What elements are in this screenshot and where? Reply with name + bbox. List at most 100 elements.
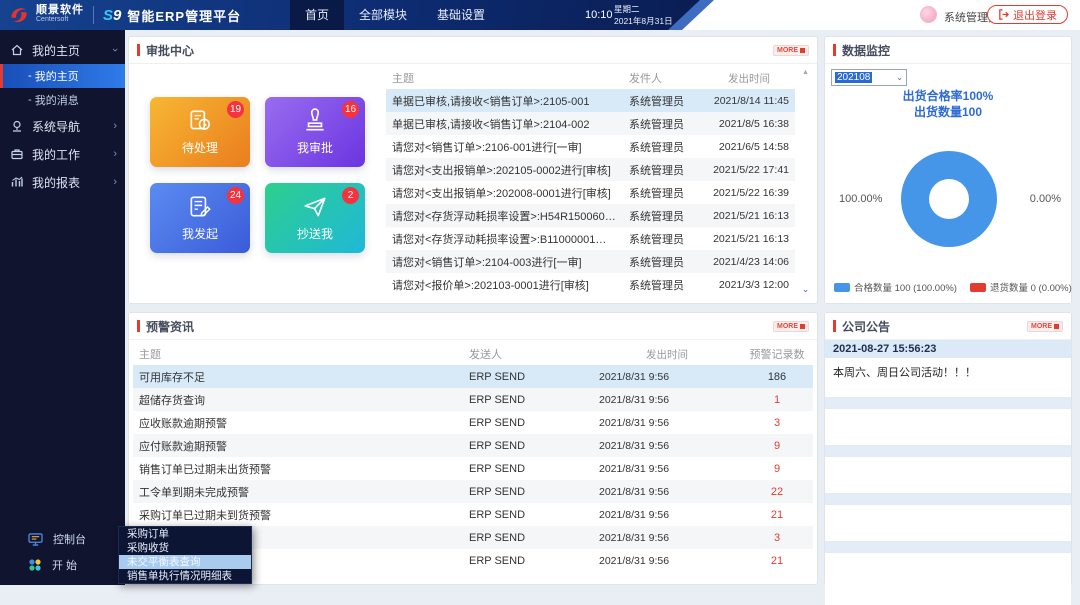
ship-quantity: 出货数量100 [825,103,1071,120]
approval-row-cell: 2021/8/14 11:45 [703,95,795,107]
clock-time: 10:10 [585,9,613,21]
nav-tab-home[interactable]: 首页 [290,0,344,30]
donut-chart [901,151,997,247]
alert-row-cell: 2021/8/31 9:56 [593,486,741,498]
tile-pending[interactable]: 19 待处理 [150,97,250,167]
tile-cc-to-me[interactable]: 2 抄送我 [265,183,365,253]
approval-row-cell: 系统管理员 [623,116,703,132]
stamp-icon [302,108,328,134]
ship-pass-rate: 出货合格率100% [825,87,1071,104]
announcement-message: 本周六、周日公司活动！！！ [825,358,1071,394]
taskbar-start[interactable]: 开 始 [0,554,125,576]
announcement-more-button[interactable]: MORE [1027,321,1063,332]
sidebar-subitem-my-messages[interactable]: - 我的消息 [0,88,125,112]
alert-row-cell: ERP SEND [463,394,593,406]
approval-row[interactable]: 请您对<存货浮动耗损率设置>:B11000001进行[审核]系统管理员2021/… [386,227,795,250]
start-icon [28,558,42,572]
approval-row-cell: 系统管理员 [623,277,703,293]
more-icon [1054,324,1059,329]
announcement-panel-title: 公司公告 [842,318,890,335]
company-logo-icon [8,4,30,26]
sidebar-item-label: 我的主页 [32,42,80,59]
alert-row[interactable]: 可用库存不足ERP SEND2021/8/31 9:56186 [133,365,813,388]
start-label: 开 始 [52,557,77,573]
sidebar-subitem-my-home[interactable]: - 我的主页 [0,64,125,88]
announcement-slot-body [825,553,1071,605]
taskbar-console[interactable]: 控制台 [0,528,125,550]
alert-row[interactable]: 工令单到期未完成预警ERP SEND2021/8/31 9:5622 [133,480,813,503]
approval-more-button[interactable]: MORE [773,45,809,56]
alert-row-cell: 2021/8/31 9:56 [593,555,741,567]
approval-row[interactable]: 请您对<支出报销单>:202008-0001进行[审核]系统管理员2021/5/… [386,181,795,204]
top-header: 顺景软件 Centersoft S9 智能ERP管理平台 首页 全部模块 基础设… [0,0,1080,30]
approval-row-cell: 2021/5/22 16:39 [703,187,795,199]
announcement-slot-bar [825,445,1071,457]
tile-initiated-by-me[interactable]: 24 我发起 [150,183,250,253]
approval-row-cell: 系统管理员 [623,139,703,155]
alert-row-cell: ERP SEND [463,509,593,521]
announcement-timestamp[interactable]: 2021-08-27 15:56:23 [825,340,1071,358]
approval-row-cell: 请您对<存货浮动耗损率设置>:H54R15006002进行[审核] [386,208,623,224]
alert-row[interactable]: 采购订单已过期未到货预警ERP SEND2021/8/31 9:5621 [133,503,813,526]
company-name-cn: 顺景软件 [36,5,84,15]
alert-row-cell: 2021/8/31 9:56 [593,509,741,521]
approval-row[interactable]: 请您对<销售订单>:2106-001进行[一审]系统管理员2021/6/5 14… [386,135,795,158]
alert-row[interactable]: 应收账款逾期预警ERP SEND2021/8/31 9:563 [133,411,813,434]
alert-row[interactable]: 应付账款逾期预警ERP SEND2021/8/31 9:569 [133,434,813,457]
announcement-slot-body [825,409,1071,442]
alerts-more-button[interactable]: MORE [773,321,809,332]
col-sender: 发送人 [463,346,593,362]
pending-count-badge: 19 [227,101,244,118]
menu-item-outstanding-balance-query[interactable]: 未交平衡表查询 [119,555,251,569]
nav-tab-basic-settings[interactable]: 基础设置 [422,0,500,30]
menu-item-purchase-order[interactable]: 采购订单 [119,527,251,541]
alert-row-cell: ERP SEND [463,486,593,498]
sidebar-item-system-nav[interactable]: 系统导航 › [0,112,125,140]
company-name-en: Centersoft [36,15,84,25]
user-avatar[interactable] [920,6,937,23]
col-sent-time: 发出时间 [703,71,795,86]
tile-my-approvals[interactable]: 16 我审批 [265,97,365,167]
approval-scrollbar[interactable]: ▲ ⌄ [801,69,810,295]
approval-row-cell: 系统管理员 [623,162,703,178]
approval-row-cell: 系统管理员 [623,208,703,224]
s9-logo: S9 [103,7,121,24]
col-subject: 主题 [133,346,463,362]
alert-row-cell: 工令单到期未完成预警 [133,484,463,500]
approval-row-cell: 系统管理员 [623,254,703,270]
approval-row-cell: 单据已审核,请接收<销售订单>:2105-001 [386,93,623,109]
sidebar-item-my-reports[interactable]: 我的报表 › [0,168,125,196]
alert-row[interactable]: 销售订单已过期未出货预警ERP SEND2021/8/31 9:569 [133,457,813,480]
approval-panel-title: 审批中心 [146,42,194,59]
approval-row[interactable]: 单据已审核,请接收<销售订单>:2104-002系统管理员2021/8/5 16… [386,112,795,135]
sidebar: 我的主页 › - 我的主页 - 我的消息 系统导航 › 我的工作 › 我的报表 … [0,30,125,585]
period-select[interactable]: 202108 ⌄ [831,69,907,86]
approval-row[interactable]: 请您对<存货浮动耗损率设置>:H54R15006002进行[审核]系统管理员20… [386,204,795,227]
tile-label: 我发起 [182,225,218,242]
sidebar-item-my-home[interactable]: 我的主页 › [0,36,125,64]
approval-row-cell: 2021/3/3 12:00 [703,279,795,291]
approval-row-cell: 请您对<报价单>:202103-0001进行[审核] [386,277,623,293]
period-value: 202108 [835,72,872,83]
approval-row-cell: 系统管理员 [623,231,703,247]
nav-tab-all-modules[interactable]: 全部模块 [344,0,422,30]
approval-panel-header: 审批中心 MORE [129,37,817,64]
approval-row[interactable]: 请您对<支出报销单>:202105-0002进行[审核]系统管理员2021/5/… [386,158,795,181]
logout-button[interactable]: 退出登录 [987,5,1068,24]
approval-table-header: 主题 发件人 发出时间 [386,67,795,89]
monitor-panel-header: 数据监控 [825,37,1071,64]
approval-row[interactable]: 请您对<报价单>:202103-0001进行[审核]系统管理员2021/3/3 … [386,273,795,296]
menu-item-purchase-receipt[interactable]: 采购收货 [119,541,251,555]
alert-row-cell: 2021/8/31 9:56 [593,371,741,383]
approval-row[interactable]: 请您对<销售订单>:2104-003进行[一审]系统管理员2021/4/23 1… [386,250,795,273]
header-dark-band: 顺景软件 Centersoft S9 智能ERP管理平台 首页 全部模块 基础设… [0,0,705,30]
approval-table-body: 单据已审核,请接收<销售订单>:2105-001系统管理员2021/8/14 1… [386,89,795,296]
sidebar-item-my-work[interactable]: 我的工作 › [0,140,125,168]
announcement-slot-bar [825,397,1071,409]
approval-row[interactable]: 单据已审核,请接收<销售订单>:2105-001系统管理员2021/8/14 1… [386,89,795,112]
scroll-up-icon[interactable]: ▲ [802,69,809,76]
scroll-down-icon[interactable]: ⌄ [802,284,810,295]
chevron-right-icon: › [113,148,117,160]
alert-row[interactable]: 超储存货查询ERP SEND2021/8/31 9:561 [133,388,813,411]
menu-item-sales-order-execution-report[interactable]: 销售单执行情况明细表 [119,569,251,583]
